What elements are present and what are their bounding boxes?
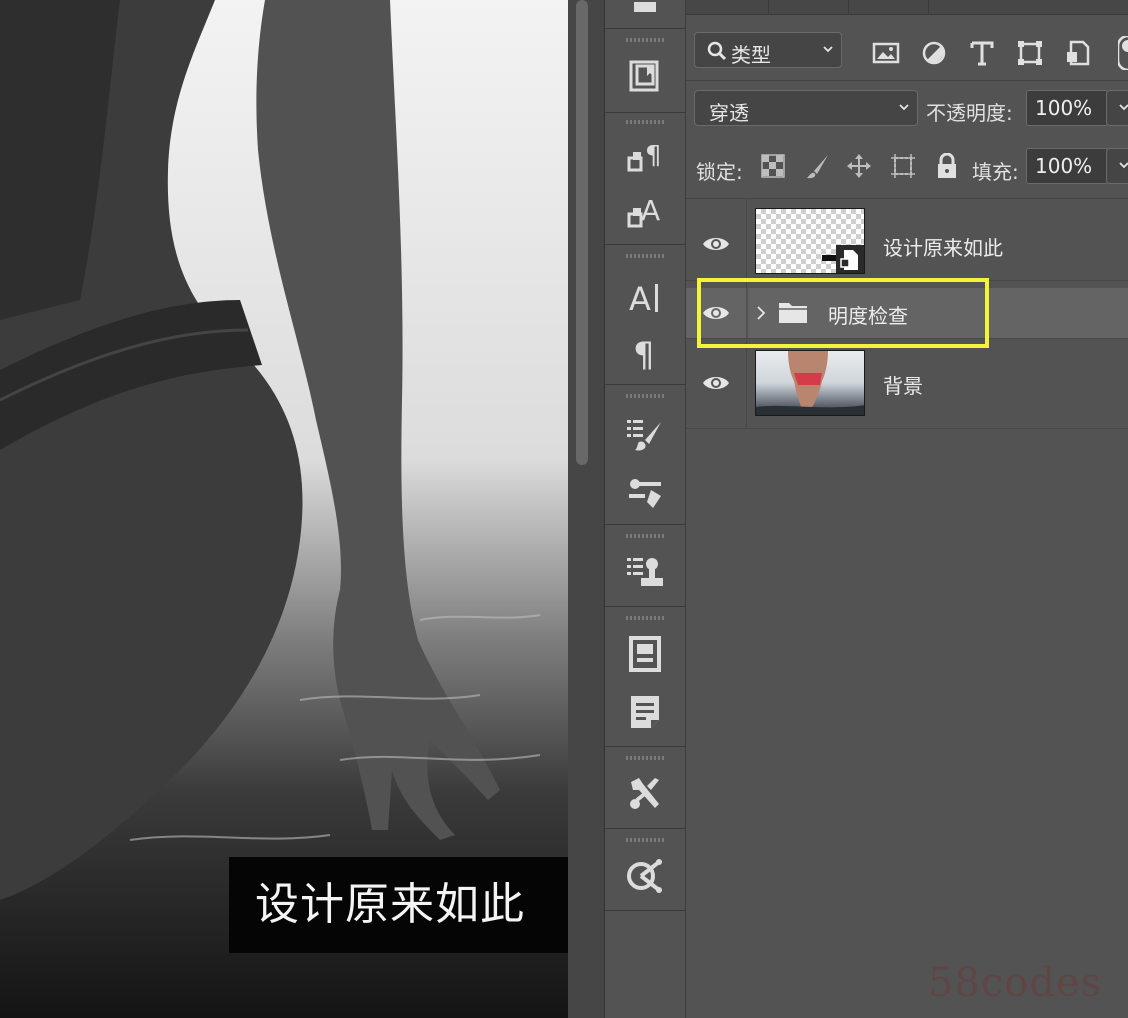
- filter-kind-label: 类型: [731, 43, 771, 67]
- search-icon: [707, 41, 727, 61]
- fill-field[interactable]: 100%: [1026, 148, 1108, 184]
- dock-group-3: A ¶: [605, 244, 685, 385]
- opacity-dropdown[interactable]: [1106, 90, 1128, 126]
- canvas-scrollbar-thumb[interactable]: [576, 0, 588, 465]
- canvas-scrollbar-track: [568, 0, 604, 1018]
- notes-panel-icon[interactable]: [625, 692, 665, 732]
- layer-thumbnail: [755, 208, 865, 274]
- history-panel-icon[interactable]: [625, 56, 665, 96]
- libraries-panel-icon[interactable]: [625, 634, 665, 674]
- smart-object-badge-icon: [836, 245, 864, 273]
- canvas-caption-text: 设计原来如此: [229, 857, 568, 953]
- dock-group-8: [605, 828, 685, 911]
- layers-panel: 类型 穿透 不透明度: 100% 锁定: 填充: 100% 设计原来如此 明度检…: [686, 0, 1128, 1018]
- dock-group-7: [605, 746, 685, 829]
- eye-icon[interactable]: [702, 234, 730, 254]
- eye-icon[interactable]: [702, 373, 730, 393]
- document-canvas[interactable]: 设计原来如此: [0, 0, 568, 1018]
- panel-tab[interactable]: [686, 0, 769, 14]
- panel-tabs: [686, 0, 1128, 15]
- svg-text:¶: ¶: [633, 335, 655, 372]
- lock-image-pixels-icon[interactable]: [804, 153, 830, 179]
- panel-dock-strip: ¶ A A ¶: [604, 0, 686, 1018]
- layer-row-smart-object[interactable]: 设计原来如此: [686, 198, 1128, 281]
- blend-mode-value: 穿透: [709, 101, 749, 125]
- layer-name[interactable]: 背景: [883, 370, 923, 399]
- clone-source-icon[interactable]: [625, 472, 665, 512]
- paragraph-styles-icon[interactable]: ¶: [625, 138, 665, 178]
- opacity-field[interactable]: 100%: [1026, 90, 1108, 126]
- brush-settings-icon[interactable]: [625, 414, 665, 454]
- layer-filter-bar: 类型: [686, 22, 1128, 81]
- dock-group-6: [605, 606, 685, 747]
- chevron-down-icon: [1119, 104, 1128, 111]
- image-filter-icon[interactable]: [871, 38, 901, 68]
- paragraph-panel-icon[interactable]: ¶: [625, 332, 665, 372]
- chevron-down-icon: [1119, 162, 1128, 169]
- svg-text:A: A: [641, 194, 660, 227]
- panel-tab[interactable]: [768, 0, 849, 14]
- blend-opacity-row: 穿透 不透明度: 100%: [686, 82, 1128, 136]
- watermark-text: 58codes: [928, 960, 1103, 1006]
- lock-transparent-pixels-icon[interactable]: [760, 153, 786, 179]
- lock-label: 锁定:: [696, 160, 743, 184]
- adjustment-filter-icon[interactable]: [919, 38, 949, 68]
- svg-text:A: A: [629, 280, 651, 318]
- opacity-label: 不透明度:: [926, 101, 1013, 125]
- chevron-down-icon: [823, 46, 833, 53]
- smart-object-filter-icon[interactable]: [1063, 38, 1093, 68]
- panel-tab[interactable]: [848, 0, 929, 14]
- chevron-down-icon: [899, 104, 909, 111]
- blend-mode-select[interactable]: 穿透: [694, 90, 918, 126]
- annotation-highlight-box: [697, 278, 989, 348]
- tools-wrench-icon[interactable]: [625, 774, 665, 814]
- tool-presets-icon[interactable]: [625, 552, 665, 592]
- character-styles-icon[interactable]: A: [625, 192, 665, 232]
- properties-panel-icon[interactable]: [625, 0, 665, 16]
- lock-all-icon[interactable]: [934, 153, 960, 179]
- lock-position-icon[interactable]: [846, 153, 872, 179]
- background-thumbnail-figure: [756, 351, 864, 415]
- fill-dropdown[interactable]: [1106, 148, 1128, 184]
- svg-text:¶: ¶: [645, 141, 662, 171]
- dock-group-1: [605, 28, 685, 113]
- layer-thumbnail: [755, 350, 865, 416]
- lock-artboard-icon[interactable]: [890, 153, 916, 179]
- type-filter-icon[interactable]: [967, 38, 997, 68]
- shape-filter-icon[interactable]: [1015, 38, 1045, 68]
- filter-toggle-icon[interactable]: [1118, 36, 1128, 70]
- dock-group-2: ¶ A: [605, 112, 685, 245]
- filter-kind-select[interactable]: 类型: [694, 32, 842, 68]
- dock-group-top: [605, 0, 685, 29]
- dock-group-4: [605, 384, 685, 525]
- fill-label: 填充:: [972, 160, 1019, 184]
- modifier-keys-icon[interactable]: [625, 856, 665, 896]
- layer-row-background[interactable]: 背景: [686, 340, 1128, 429]
- layer-name[interactable]: 设计原来如此: [883, 232, 1003, 261]
- dock-group-5: [605, 524, 685, 607]
- character-panel-icon[interactable]: A: [625, 278, 665, 318]
